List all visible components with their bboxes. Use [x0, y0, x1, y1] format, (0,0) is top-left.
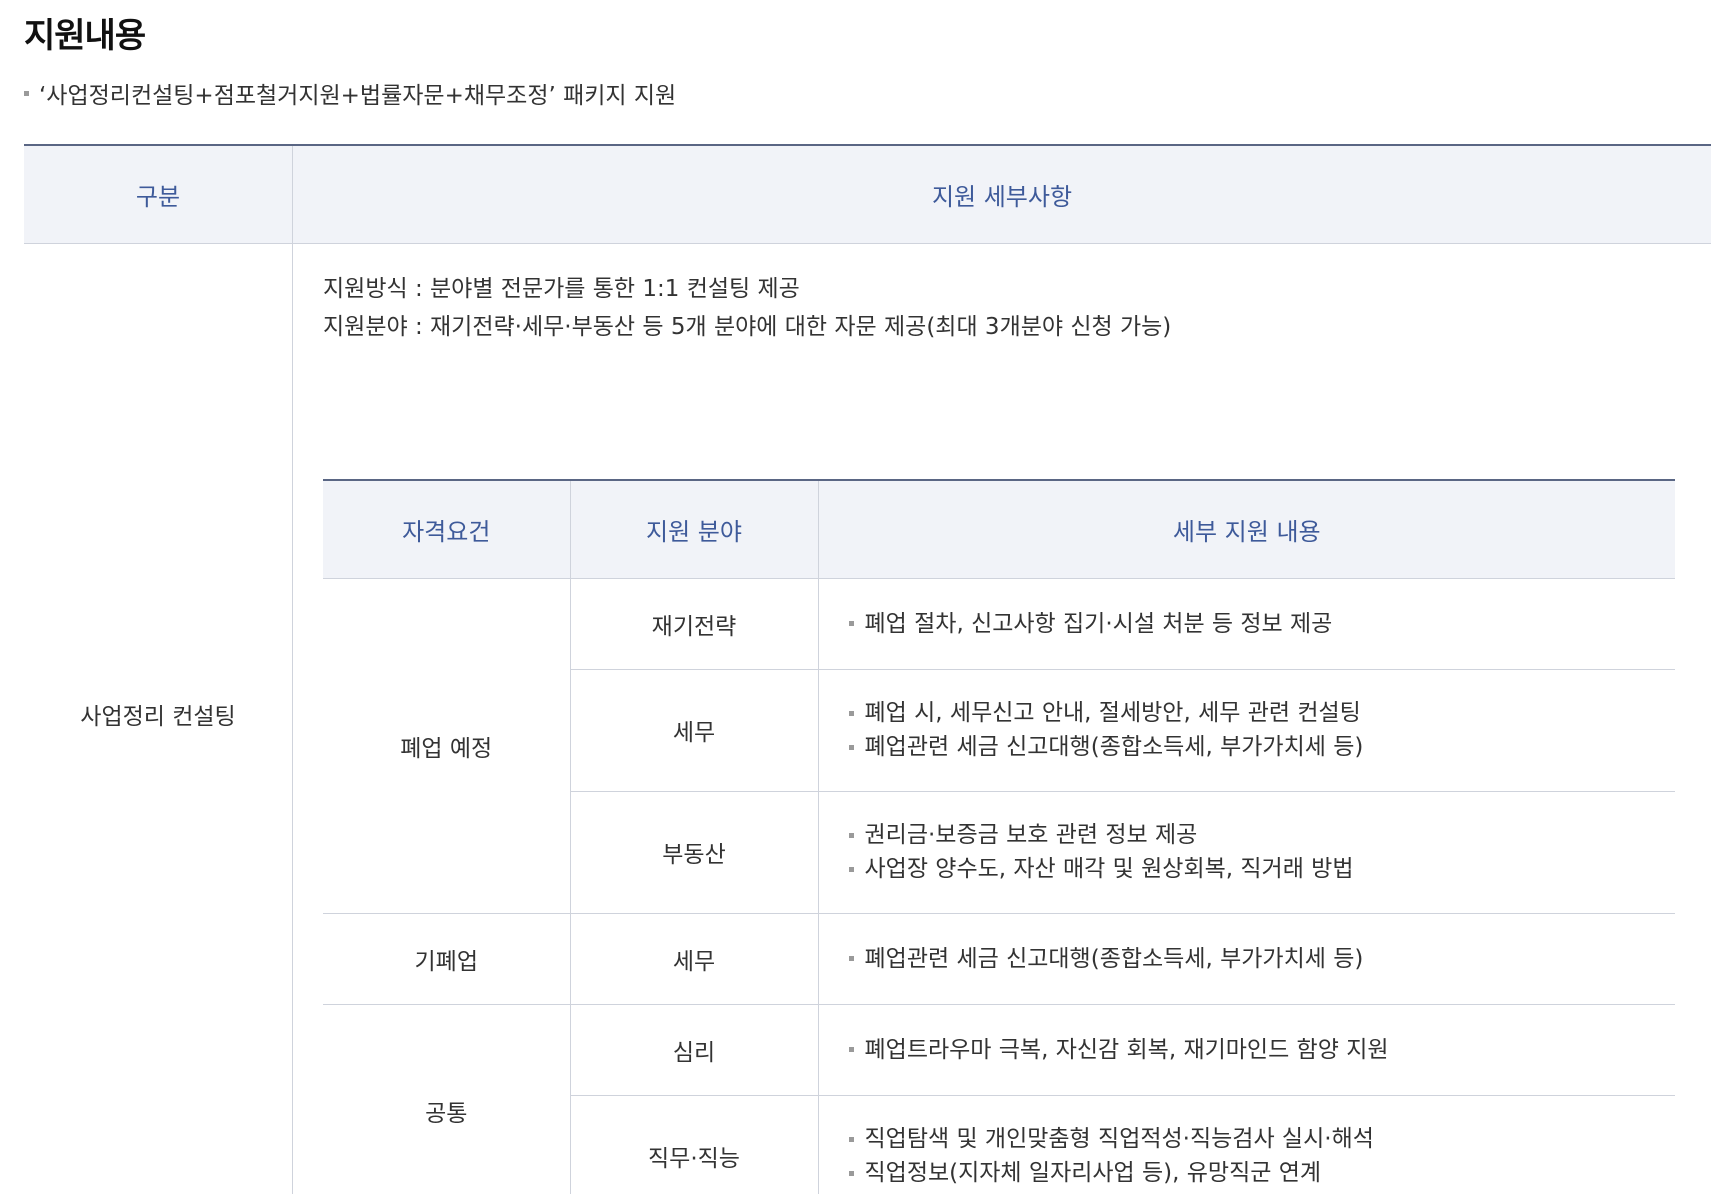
detail-text: 폐업 절차, 신고사항 집기·시설 처분 등 정보 제공 — [864, 610, 1333, 637]
detail-cell: 직업탐색 및 개인맞춤형 직업적성·직능검사 실시·해석직업정보(지자체 일자리… — [817, 1095, 1676, 1194]
detail-text: 폐업 시, 세무신고 안내, 절세방안, 세무 관련 컨설팅 — [864, 700, 1361, 726]
bullet-icon — [24, 90, 29, 96]
detail-text: 직업정보(지자체 일자리사업 등), 유망직군 연계 — [864, 1160, 1322, 1186]
detail-text: 폐업트라우마 극복, 자신감 회복, 재기마인드 함양 지원 — [864, 1036, 1389, 1063]
header-field: 지원 분야 — [569, 479, 818, 579]
support-table-body: 사업정리 컨설팅 지원방식 : 분야별 전문가를 통한 1:1 컨설팅 제공 지… — [24, 244, 1711, 1194]
requirement-cell: 기폐업 — [323, 913, 570, 1005]
bullet-icon — [848, 621, 854, 626]
detail-item: 폐업트라우마 극복, 자신감 회복, 재기마인드 함양 지원 — [848, 1033, 1676, 1067]
header-requirement: 자격요건 — [323, 479, 570, 579]
support-description: 지원방식 : 분야별 전문가를 통한 1:1 컨설팅 제공 지원분야 : 재기전… — [323, 270, 1171, 346]
detail-text: 권리금·보증금 보호 관련 정보 제공 — [864, 822, 1198, 848]
bullet-icon — [848, 832, 854, 838]
bullet-icon — [848, 710, 854, 716]
bullet-icon — [848, 956, 854, 961]
table-row: 기폐업 세무 폐업관련 세금 신고대행(종합소득세, 부가가치세 등) — [323, 913, 1676, 1005]
category-cell: 사업정리 컨설팅 — [24, 244, 293, 1194]
detail-item: 사업장 양수도, 자산 매각 및 원상회복, 직거래 방법 — [848, 852, 1676, 886]
table-row: 공통 심리 폐업트라우마 극복, 자신감 회복, 재기마인드 함양 지원 — [323, 1004, 1676, 1194]
header-details: 지원 세부사항 — [931, 183, 1073, 211]
support-fields: 지원분야 : 재기전략·세무·부동산 등 5개 분야에 대한 자문 제공(최대 … — [323, 314, 1172, 340]
detail-item: 직업정보(지자체 일자리사업 등), 유망직군 연계 — [848, 1156, 1676, 1190]
support-method: 지원방식 : 분야별 전문가를 통한 1:1 컨설팅 제공 — [323, 276, 800, 302]
detail-item: 폐업관련 세금 신고대행(종합소득세, 부가가치세 등) — [848, 942, 1676, 976]
field-cell: 부동산 — [569, 791, 818, 914]
table-row: 폐업 예정 재기전략 폐업 절차, 신고사항 집기·시설 처분 등 정보 제공 — [323, 578, 1676, 914]
detail-item: 폐업 시, 세무신고 안내, 절세방안, 세무 관련 컨설팅 — [848, 696, 1676, 730]
field-cell: 세무 — [569, 669, 818, 792]
header-detail: 세부 지원 내용 — [817, 479, 1675, 579]
page-title: 지원내용 — [24, 16, 146, 56]
consulting-table-header: 자격요건 지원 분야 세부 지원 내용 — [323, 479, 1675, 579]
bullet-icon — [848, 1136, 854, 1142]
details-cell: 지원방식 : 분야별 전문가를 통한 1:1 컨설팅 제공 지원분야 : 재기전… — [293, 244, 1711, 1194]
consulting-table: 자격요건 지원 분야 세부 지원 내용 폐업 예정 재기전략 폐업 절차, 신고사항… — [323, 479, 1675, 1194]
bullet-icon — [848, 866, 854, 872]
detail-text: 폐업관련 세금 신고대행(종합소득세, 부가가치세 등) — [864, 945, 1364, 972]
detail-text: 사업장 양수도, 자산 매각 및 원상회복, 직거래 방법 — [864, 856, 1354, 882]
bullet-icon — [848, 744, 854, 750]
detail-cell: 폐업관련 세금 신고대행(종합소득세, 부가가치세 등) — [817, 913, 1676, 1005]
bullet-icon — [848, 1047, 854, 1052]
detail-text: 직업탐색 및 개인맞춤형 직업적성·직능검사 실시·해석 — [864, 1126, 1374, 1152]
detail-cell: 폐업트라우마 극복, 자신감 회복, 재기마인드 함양 지원 — [817, 1004, 1676, 1096]
detail-item: 직업탐색 및 개인맞춤형 직업적성·직능검사 실시·해석 — [848, 1122, 1676, 1156]
field-cell: 재기전략 — [569, 578, 818, 670]
field-cell: 세무 — [569, 913, 818, 1005]
field-cell: 직무·직능 — [569, 1095, 818, 1194]
detail-cell: 권리금·보증금 보호 관련 정보 제공사업장 양수도, 자산 매각 및 원상회복… — [817, 791, 1676, 914]
detail-item: 폐업관련 세금 신고대행(종합소득세, 부가가치세 등) — [848, 730, 1676, 764]
support-table-header: 구분 지원 세부사항 — [24, 144, 1711, 244]
detail-cell: 폐업 시, 세무신고 안내, 절세방안, 세무 관련 컨설팅폐업관련 세금 신고… — [817, 669, 1676, 792]
requirement-cell: 공통 — [323, 1004, 570, 1194]
detail-item: 폐업 절차, 신고사항 집기·시설 처분 등 정보 제공 — [848, 607, 1676, 641]
support-table: 구분 지원 세부사항 사업정리 컨설팅 지원방식 : 분야별 전문가를 통한 1… — [24, 144, 1711, 1194]
detail-cell: 폐업 절차, 신고사항 집기·시설 처분 등 정보 제공 — [817, 578, 1676, 670]
bullet-icon — [848, 1170, 854, 1176]
intro-line: ‘사업정리컨설팅+점포철거지원+법률자문+채무조정’ 패키지 지원 — [24, 76, 676, 110]
header-category: 구분 — [24, 146, 293, 243]
field-cell: 심리 — [569, 1004, 818, 1096]
detail-item: 권리금·보증금 보호 관련 정보 제공 — [848, 818, 1676, 852]
detail-text: 폐업관련 세금 신고대행(종합소득세, 부가가치세 등) — [864, 734, 1364, 760]
intro-text: ‘사업정리컨설팅+점포철거지원+법률자문+채무조정’ 패키지 지원 — [39, 83, 677, 109]
requirement-cell: 폐업 예정 — [323, 578, 570, 914]
